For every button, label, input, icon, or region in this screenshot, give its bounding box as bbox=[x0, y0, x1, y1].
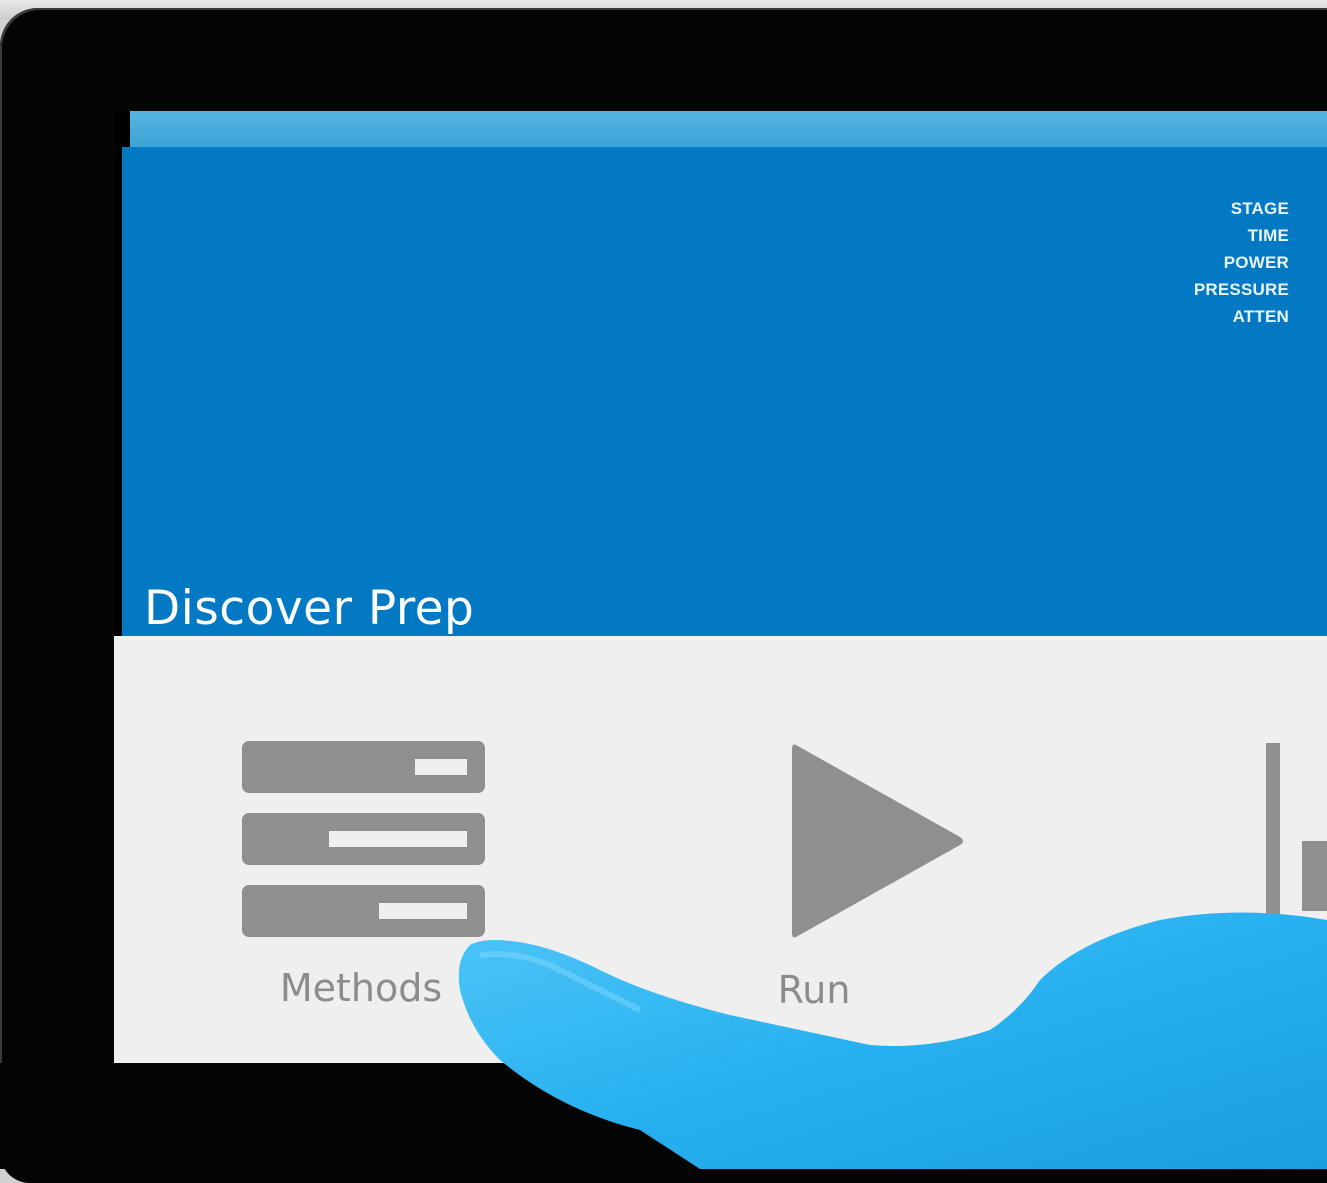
status-readout: STAGE TIME POWER PRESSURE ATTEN bbox=[1194, 195, 1289, 330]
chart-icon-bar bbox=[1302, 841, 1327, 911]
methods-icon-bar bbox=[242, 741, 485, 793]
methods-icon-bar bbox=[242, 813, 485, 865]
device-bottom-bezel bbox=[0, 1063, 1327, 1169]
status-bar bbox=[130, 111, 1327, 147]
methods-icon-slot bbox=[379, 903, 467, 919]
methods-label: Methods bbox=[279, 966, 443, 1010]
third-tile-button[interactable] bbox=[1254, 631, 1327, 1031]
app-title: Discover Prep bbox=[144, 581, 475, 636]
status-pressure-label: PRESSURE bbox=[1193, 280, 1289, 299]
methods-list-icon bbox=[242, 741, 485, 957]
header-panel: STAGE TIME POWER PRESSURE ATTEN Discover… bbox=[122, 147, 1327, 636]
chart-icon bbox=[1266, 743, 1280, 943]
play-icon bbox=[792, 744, 963, 938]
methods-icon-slot bbox=[329, 831, 467, 847]
methods-icon-bar bbox=[242, 885, 485, 937]
methods-icon-slot bbox=[415, 759, 467, 775]
methods-button[interactable]: Methods bbox=[211, 631, 511, 1031]
status-power-label: POWER bbox=[1223, 253, 1289, 272]
status-stage-label: STAGE bbox=[1230, 199, 1289, 218]
status-time-label: TIME bbox=[1247, 226, 1289, 245]
status-atten-label: ATTEN bbox=[1232, 307, 1289, 326]
touchscreen: STAGE TIME POWER PRESSURE ATTEN Discover… bbox=[114, 111, 1327, 1063]
run-button[interactable]: Run bbox=[724, 631, 1024, 1031]
run-label: Run bbox=[777, 968, 851, 1012]
